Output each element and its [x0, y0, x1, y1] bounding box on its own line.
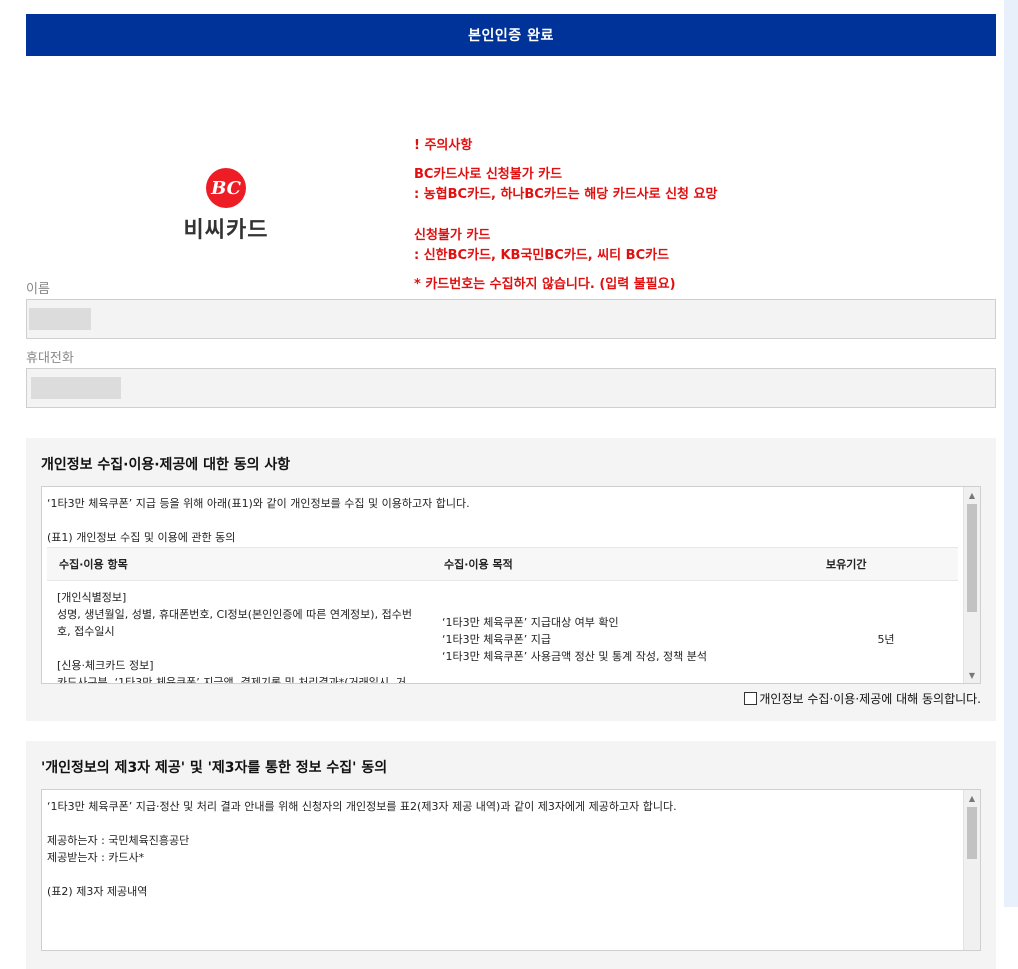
consent-1-scroll-box[interactable]: ‘1타3만 체육쿠폰’ 지급 등을 위해 아래(표1)와 같이 개인정보를 수집… — [41, 486, 981, 684]
scroll-up-icon[interactable]: ▲ — [964, 487, 980, 503]
purpose-3: ‘1타3만 체육쿠폰’ 사용금액 정산 및 통계 작성, 정책 분석 — [442, 649, 707, 663]
consent-1-checkbox[interactable] — [744, 692, 758, 705]
scroll-thumb[interactable] — [967, 504, 977, 612]
scroll-up-icon[interactable]: ▲ — [964, 790, 980, 806]
consent-1-agree-label[interactable]: 개인정보 수집·이용·제공에 대해 동의합니다. — [759, 690, 981, 707]
scroll-thumb[interactable] — [967, 807, 977, 859]
bc-card-logo: BC 비씨카드 — [171, 168, 281, 244]
bc-logo-icon: BC — [206, 168, 246, 208]
consent-2-receiver: 제공받는자 : 카드사* — [47, 851, 145, 864]
consent-2-intro: ‘1타3만 체육쿠폰’ 지급·정산 및 처리 결과 안내를 위해 신청자의 개인… — [47, 800, 677, 813]
notice-line-1: BC카드사로 신청불가 카드 — [414, 167, 563, 182]
consent-2-title: '개인정보의 제3자 제공' 및 '제3자를 통한 정보 수집' 동의 — [41, 760, 388, 776]
page: 본인인증 완료 BC 비씨카드 ! 주의사항 BC카드사로 신청불가 카드 : … — [26, 14, 996, 969]
right-edge-stripe — [1004, 0, 1018, 907]
consent-2-table-caption: (표2) 제3자 제공내역 — [47, 885, 148, 898]
consent-2-provider: 제공하는자 : 국민체육진흥공단 — [47, 834, 190, 847]
consent-1-intro: ‘1타3만 체육쿠폰’ 지급 등을 위해 아래(표1)와 같이 개인정보를 수집… — [47, 497, 470, 510]
bc-logo-text: 비씨카드 — [183, 218, 269, 243]
consent-section-2: '개인정보의 제3자 제공' 및 '제3자를 통한 정보 수집' 동의 ‘1타3… — [26, 741, 996, 969]
notice-box: ! 주의사항 BC카드사로 신청불가 카드 : 농협BC카드, 하나BC카드는 … — [414, 136, 717, 295]
purpose-2: ‘1타3만 체육쿠폰’ 지급 — [442, 632, 551, 646]
notice-line-4: : 신한BC카드, KB국민BC카드, 씨티 BC카드 — [414, 248, 670, 263]
name-value-masked — [29, 308, 91, 330]
col-header-items: 수집·이용 항목 — [47, 547, 432, 581]
scroll-down-icon[interactable]: ▼ — [964, 667, 980, 683]
name-field[interactable] — [26, 299, 996, 339]
item-text-personal-b: 호, 접수일시 — [57, 625, 115, 638]
notice-line-3: 신청불가 카드 — [414, 228, 491, 243]
item-header-personal: [개인식별정보] — [57, 591, 127, 604]
notice-line-2: : 농협BC카드, 하나BC카드는 해당 카드사로 신청 요망 — [414, 187, 718, 202]
consent-1-table-caption: (표1) 개인정보 수집 및 이용에 관한 동의 — [47, 531, 236, 544]
phone-label: 휴대전화 — [26, 351, 74, 366]
auth-complete-banner: 본인인증 완료 — [26, 14, 996, 56]
banner-title: 본인인증 완료 — [468, 28, 554, 44]
consent-1-agree-row[interactable]: 개인정보 수집·이용·제공에 대해 동의합니다. — [41, 690, 981, 707]
consent-1-scrollbar[interactable]: ▲ ▼ — [963, 487, 980, 683]
card-info-area: BC 비씨카드 ! 주의사항 BC카드사로 신청불가 카드 : 농협BC카드, … — [26, 56, 996, 292]
consent-2-scroll-box[interactable]: ‘1타3만 체육쿠폰’ 지급·정산 및 처리 결과 안내를 위해 신청자의 개인… — [41, 789, 981, 951]
table-row: [개인식별정보] 성명, 생년월일, 성별, 휴대폰번호, CI정보(본인인증에… — [47, 581, 958, 684]
col-header-period: 보유기간 — [814, 547, 958, 581]
consent-1-table: 수집·이용 항목 수집·이용 목적 보유기간 [개인식별정보] 성명, 생년월일… — [47, 547, 958, 684]
consent-section-1: 개인정보 수집·이용·제공에 대한 동의 사항 ‘1타3만 체육쿠폰’ 지급 등… — [26, 438, 996, 721]
col-header-purpose: 수집·이용 목적 — [432, 547, 814, 581]
notice-warning: ! 주의사항 — [414, 138, 473, 153]
item-text-card: 카드사구분, ‘1타3만 체육쿠폰’ 지급액, 결제기록 및 처리결과*(거래일… — [57, 676, 407, 684]
item-text-personal-a: 성명, 생년월일, 성별, 휴대폰번호, CI정보(본인인증에 따른 연계정보)… — [57, 608, 412, 621]
item-header-card: [신용·체크카드 정보] — [57, 659, 154, 672]
consent-1-title: 개인정보 수집·이용·제공에 대한 동의 사항 — [41, 457, 291, 473]
phone-field[interactable] — [26, 368, 996, 408]
purpose-1: ‘1타3만 체육쿠폰’ 지급대상 여부 확인 — [442, 615, 619, 629]
retention-period: 5년 — [877, 632, 895, 646]
consent-2-scrollbar[interactable]: ▲ — [963, 790, 980, 950]
phone-value-masked — [31, 377, 121, 399]
notice-line-5: * 카드번호는 수집하지 않습니다. (입력 불필요) — [414, 277, 676, 292]
